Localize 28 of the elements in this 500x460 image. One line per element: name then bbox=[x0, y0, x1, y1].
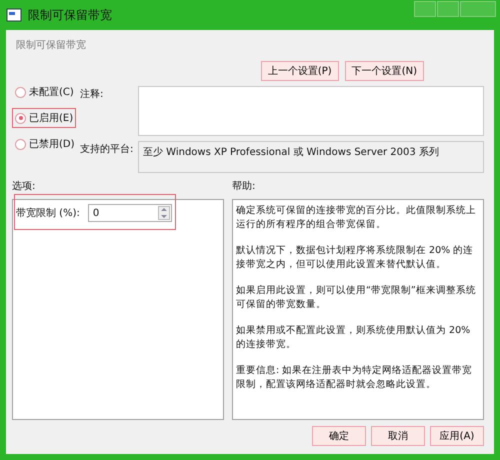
nav-button[interactable]: 下一个设置(N) bbox=[344, 61, 424, 81]
close-button[interactable] bbox=[460, 1, 496, 17]
spin-arrows-icon[interactable] bbox=[158, 206, 170, 220]
state-radio[interactable]: 未配置(C) bbox=[12, 82, 77, 102]
help-label: 帮助: bbox=[232, 180, 256, 193]
platform-field: 至少 Windows XP Professional 或 Windows Server 2003 系列 bbox=[138, 141, 484, 173]
window-title: 限制可保留带宽 bbox=[28, 6, 113, 24]
policy-icon bbox=[6, 8, 22, 22]
state-radio[interactable]: 已禁用(D) bbox=[12, 134, 78, 154]
help-paragraph: 如果禁用或不配置此设置，则系统使用默认值为 20% 的连接带宽。 bbox=[236, 324, 472, 352]
state-radio[interactable]: 已启用(E) bbox=[12, 108, 76, 128]
help-paragraph: 如果启用此设置，则可以使用“带宽限制”框来调整系统可保留的带宽数量。 bbox=[236, 284, 477, 312]
options-label: 选项: bbox=[12, 180, 36, 193]
comment-label: 注释: bbox=[80, 88, 104, 102]
help-paragraph: 默认情况下，数据包计划程序将系统限制在 20% 的连接带宽之内，但可以使用此设置来替代默认值。 bbox=[236, 244, 474, 272]
help-paragraph: 重要信息: 如果在注册表中为特定网络适配器设置带宽限制，配置该网络适配器时就会忽略此设置。 bbox=[236, 364, 474, 392]
platform-label: 支持的平台: bbox=[80, 142, 130, 157]
dialog-button[interactable]: 确定 bbox=[312, 426, 366, 446]
bandwidth-spinbox[interactable]: 0 bbox=[88, 204, 172, 222]
bandwidth-label: 带宽限制 (%): bbox=[16, 206, 80, 220]
dialog-button[interactable]: 取消 bbox=[371, 426, 425, 446]
comment-field[interactable] bbox=[138, 86, 484, 136]
help-paragraph: 确定系统可保留的连接带宽的百分比。此值限制系统上运行的所有程序的组合带宽保留。 bbox=[236, 204, 477, 232]
maximize-button[interactable] bbox=[437, 1, 459, 17]
dialog-button[interactable]: 应用(A) bbox=[430, 426, 484, 446]
nav-button[interactable]: 上一个设置(P) bbox=[260, 61, 339, 81]
policy-title: 限制可保留带宽 bbox=[16, 38, 86, 52]
minimize-button[interactable] bbox=[414, 1, 436, 17]
